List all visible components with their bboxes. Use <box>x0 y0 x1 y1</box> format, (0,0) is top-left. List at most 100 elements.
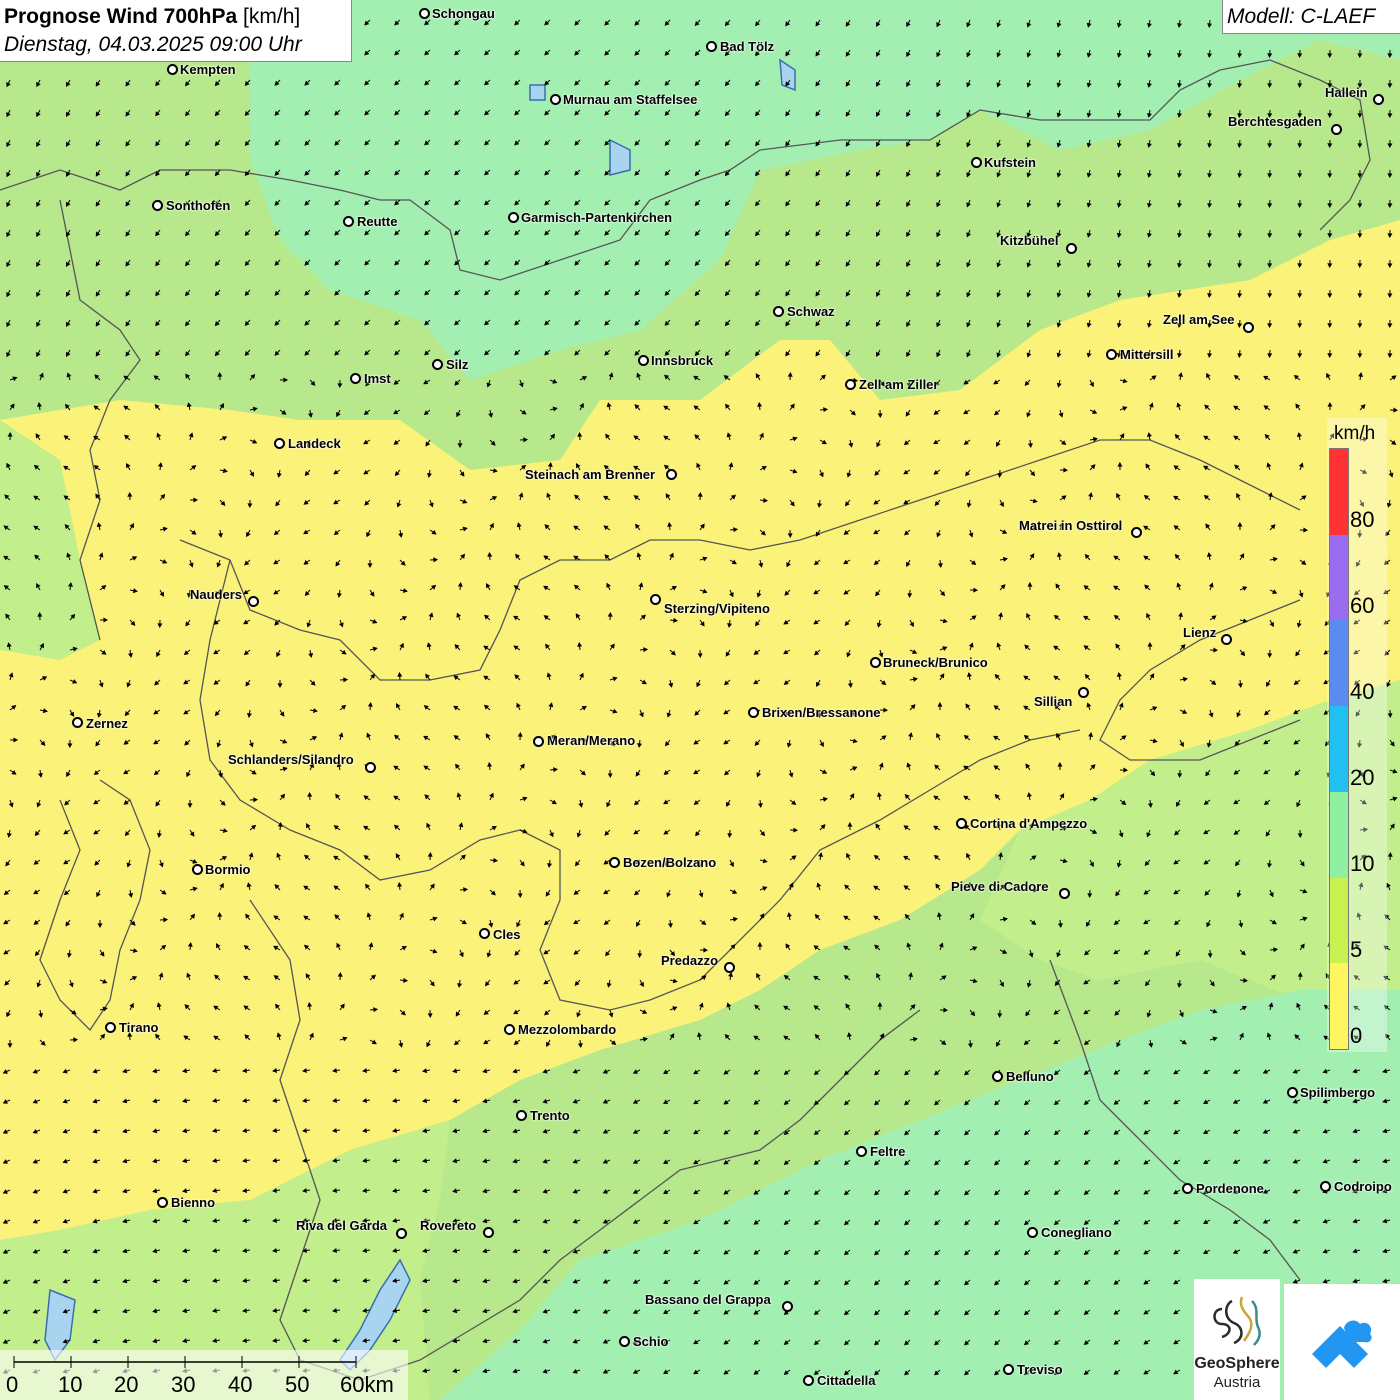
city-marker <box>479 928 490 939</box>
city-label: Spilimbergo <box>1300 1085 1376 1100</box>
city-label: Treviso <box>1017 1362 1063 1377</box>
city-label: Kitzbühel <box>1000 233 1059 248</box>
city-marker <box>550 94 561 105</box>
legend-segment <box>1330 534 1348 621</box>
legend-label: 40 <box>1350 679 1375 704</box>
city-label: Zernez <box>86 716 128 731</box>
city-label: Matrei in Osttirol <box>1019 518 1123 533</box>
city-marker <box>516 1110 527 1121</box>
weather-app-logo-panel <box>1284 1284 1400 1400</box>
forecast-datetime: Dienstag, 04.03.2025 09:00 Uhr <box>4 33 302 56</box>
city-label: Innsbruck <box>651 353 714 368</box>
city-marker <box>1287 1087 1298 1098</box>
city-marker <box>870 657 881 668</box>
wind-map: Schongau Bad Tölz Kempten Murnau am Staffel… <box>0 0 1400 1400</box>
city-marker <box>992 1071 1003 1082</box>
weather-app-logo-icon <box>1312 1320 1372 1368</box>
city-label: Cles <box>493 927 521 942</box>
city-marker <box>365 762 376 773</box>
city-marker <box>274 438 285 449</box>
legend-label: 0 <box>1350 1023 1363 1048</box>
city-label: Steinach am Brenner <box>525 467 656 482</box>
city-label: Bad Tölz <box>720 39 775 54</box>
city-marker <box>782 1301 793 1312</box>
city-marker <box>1066 243 1077 254</box>
city-label: Lienz <box>1183 625 1217 640</box>
city-marker <box>1221 634 1232 645</box>
legend-label: 5 <box>1350 937 1363 962</box>
city-marker <box>157 1197 168 1208</box>
city-label: Meran/Merano <box>547 733 636 748</box>
scale-label: 30 <box>171 1372 196 1397</box>
city-marker <box>432 359 443 370</box>
geosphere-logo-icon <box>1213 1296 1261 1346</box>
city-marker <box>773 306 784 317</box>
legend-segment <box>1330 706 1348 792</box>
city-marker <box>1182 1183 1193 1194</box>
city-marker <box>350 373 361 384</box>
city-marker <box>1027 1227 1038 1238</box>
city-label: Schlanders/Silandro <box>228 752 354 767</box>
city-marker <box>1131 527 1142 538</box>
scale-label: 60km <box>340 1372 394 1397</box>
city-marker <box>396 1228 407 1239</box>
city-label: Zell am Ziller <box>859 377 939 392</box>
city-marker <box>508 212 519 223</box>
city-label: Landeck <box>288 436 341 451</box>
city-label: Schio <box>633 1334 669 1349</box>
city-label: Belluno <box>1006 1069 1054 1084</box>
city-marker <box>856 1146 867 1157</box>
city-label: Kempten <box>180 62 236 77</box>
city-label: Cortina d'Ampezzo <box>970 816 1088 831</box>
city-label: Zell am See <box>1163 312 1235 327</box>
city-label: Pieve di Cadore <box>951 879 1049 894</box>
city-marker <box>638 355 649 366</box>
city-marker <box>650 594 661 605</box>
brand-name-line2: Austria <box>1213 1374 1261 1391</box>
city-label: Garmisch-Partenkirchen <box>521 210 673 225</box>
map-title-main: Prognose Wind 700hPa <box>4 5 238 28</box>
city-marker <box>1243 322 1254 333</box>
city-label: Bozen/Bolzano <box>623 855 717 870</box>
city-label: Reutte <box>357 214 398 229</box>
city-label: Bruneck/Brunico <box>883 655 988 670</box>
legend-segment <box>1330 877 1348 964</box>
city-label: Pordenone <box>1196 1181 1264 1196</box>
scale-label: 0 <box>6 1372 19 1397</box>
city-label: Hallein <box>1325 85 1368 100</box>
city-marker <box>971 157 982 168</box>
city-label: Kufstein <box>984 155 1036 170</box>
city-marker <box>1331 124 1342 135</box>
city-marker <box>504 1024 515 1035</box>
city-label: Rovereto <box>420 1218 477 1233</box>
lake-staffelsee <box>529 84 546 101</box>
city-label: Bienno <box>171 1195 216 1210</box>
city-marker <box>619 1336 630 1347</box>
city-marker <box>748 707 759 718</box>
city-label: Sonthofen <box>166 198 231 213</box>
city-marker <box>248 596 259 607</box>
city-marker <box>1059 888 1070 899</box>
legend-color-bar <box>1329 448 1349 1050</box>
map-title: Prognose Wind 700hPa [km/h] <box>4 3 351 31</box>
city-marker <box>845 379 856 390</box>
legend-segment <box>1330 963 1348 1050</box>
city-marker <box>152 200 163 211</box>
legend-segment <box>1330 791 1348 878</box>
model-label: Modell: C-LAEF <box>1222 0 1400 34</box>
city-marker <box>343 216 354 227</box>
city-label: Sterzing/Vipiteno <box>664 601 770 616</box>
city-label: Predazzo <box>661 953 719 968</box>
city-label: Imst <box>364 371 391 386</box>
legend-segment <box>1330 449 1348 535</box>
city-marker <box>1106 349 1117 360</box>
city-marker <box>1003 1364 1014 1375</box>
scale-label: 40 <box>228 1372 253 1397</box>
map-title-unit: [km/h] <box>243 5 301 28</box>
city-label: Cittadella <box>817 1373 876 1388</box>
scale-label: 50 <box>285 1372 310 1397</box>
city-label: Riva del Garda <box>296 1218 388 1233</box>
city-marker <box>803 1375 814 1386</box>
city-marker <box>483 1227 494 1238</box>
legend-unit: km/h <box>1334 423 1376 444</box>
